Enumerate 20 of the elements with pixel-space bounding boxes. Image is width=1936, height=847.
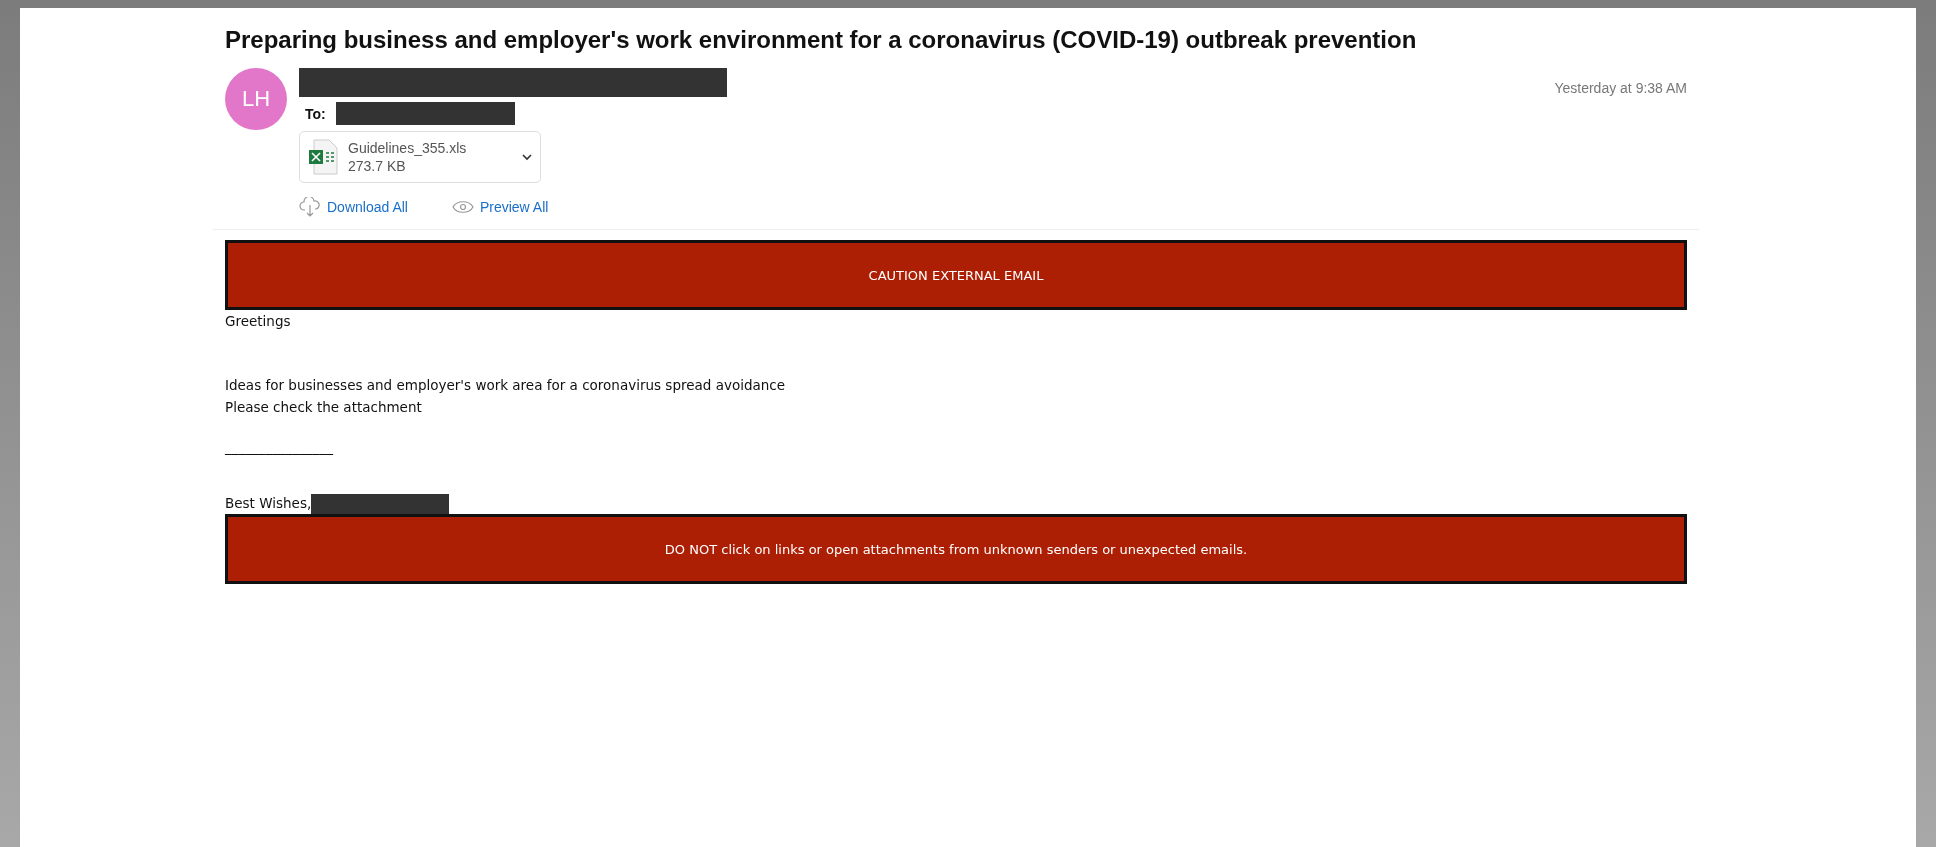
preview-all-link[interactable]: Preview All — [451, 197, 549, 217]
avatar: LH — [225, 68, 287, 130]
attachment-size: 273.7 KB — [348, 157, 407, 175]
closing-text: Best Wishes, — [225, 494, 312, 513]
download-all-link[interactable]: Download All — [299, 197, 408, 217]
timestamp: Yesterday at 9:38 AM — [1554, 80, 1687, 96]
to-label: To: — [305, 105, 326, 122]
warning-banner: DO NOT click on links or open attachments from unknown senders or unexpected emails. — [225, 514, 1687, 584]
greeting-text: Greetings — [225, 312, 292, 331]
chevron-down-icon[interactable] — [522, 153, 532, 161]
body-text: Please check the attachment — [225, 398, 423, 417]
separator-line: ________________ — [225, 438, 334, 457]
body-text: Ideas for businesses and employer's work area for a coronavirus spread avoidance — [225, 376, 787, 395]
caution-banner: CAUTION EXTERNAL EMAIL — [225, 240, 1687, 310]
cloud-download-icon — [299, 197, 321, 217]
spreadsheet-file-icon — [308, 139, 338, 175]
attachment-card[interactable]: Guidelines_355.xls 273.7 KB — [299, 131, 541, 183]
eye-icon — [451, 200, 474, 214]
attachment-name: Guidelines_355.xls — [348, 139, 468, 157]
email-subject: Preparing business and employer's work environment for a coronavirus (COVID-19) outbreak prevention — [225, 26, 1418, 54]
